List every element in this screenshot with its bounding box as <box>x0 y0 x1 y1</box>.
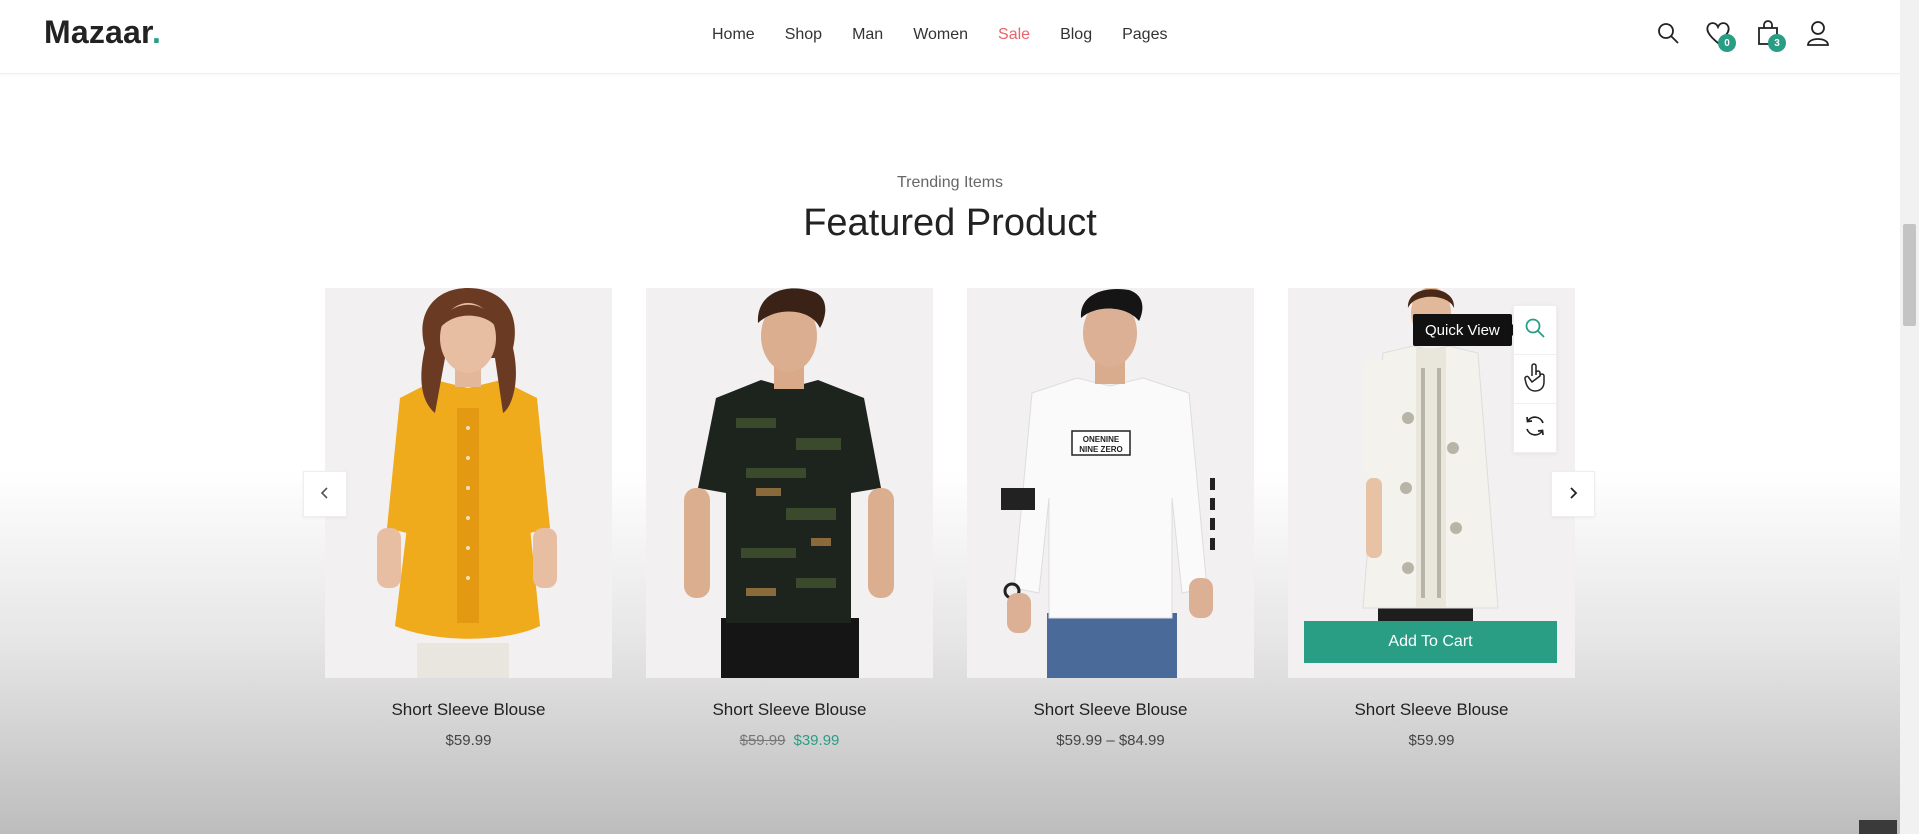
nav-sale[interactable]: Sale <box>998 26 1030 44</box>
corner-widget <box>1859 820 1897 834</box>
logo[interactable]: Mazaar. <box>44 14 161 51</box>
section-subtitle: Trending Items <box>896 174 1004 191</box>
product-price: $59.99 $39.99 <box>646 732 933 749</box>
section-title: Featured Product <box>803 202 1097 244</box>
cart-icon[interactable]: 3 <box>1754 18 1786 52</box>
chevron-right-icon <box>1567 483 1579 506</box>
carousel-next-button[interactable] <box>1551 471 1595 517</box>
nav-shop[interactable]: Shop <box>785 26 822 44</box>
nav-blog[interactable]: Blog <box>1060 26 1092 44</box>
product-card[interactable]: Short Sleeve Blouse $59.99 <box>325 288 612 749</box>
scrollbar-thumb[interactable] <box>1903 224 1916 326</box>
product-name[interactable]: Short Sleeve Blouse <box>325 700 612 720</box>
page-scrollbar[interactable] <box>1900 0 1919 834</box>
product-card[interactable]: ONENINE NINE ZERO Short Sleeve Blouse $5… <box>967 288 1254 749</box>
product-name[interactable]: Short Sleeve Blouse <box>1288 700 1575 720</box>
quick-view-tooltip: Quick View <box>1413 314 1518 346</box>
tshirt-print-line2: NINE ZERO <box>1079 445 1123 454</box>
nav-man[interactable]: Man <box>852 26 883 44</box>
search-icon <box>1524 317 1546 344</box>
product-action-bar <box>1513 305 1557 453</box>
search-icon[interactable] <box>1654 18 1682 48</box>
product-price: $59.99 – $84.99 <box>1056 732 1165 749</box>
product-price: $59.99 <box>1408 732 1455 749</box>
chevron-left-icon <box>319 483 331 506</box>
header-icons: 0 3 <box>1654 18 1832 52</box>
main-nav: Home Shop Man Women Sale Blog Pages <box>712 26 1197 44</box>
add-to-cart-button[interactable]: Add To Cart <box>1304 621 1557 663</box>
product-name[interactable]: Short Sleeve Blouse <box>646 700 933 720</box>
product-card[interactable]: Short Sleeve Blouse $59.99 $39.99 <box>646 288 933 749</box>
compare-button[interactable] <box>1514 404 1556 453</box>
refresh-icon <box>1523 414 1547 443</box>
site-header: Mazaar. Home Shop Man Women Sale Blog Pa… <box>0 0 1900 74</box>
account-icon[interactable] <box>1804 18 1832 48</box>
nav-home[interactable]: Home <box>712 26 755 44</box>
old-price: $59.99 <box>739 732 786 749</box>
product-image[interactable] <box>646 288 933 678</box>
nav-women[interactable]: Women <box>913 26 968 44</box>
wishlist-icon[interactable]: 0 <box>1704 18 1736 52</box>
wishlist-count-badge: 0 <box>1718 34 1736 52</box>
sale-price: $39.99 <box>793 732 840 749</box>
nav-pages[interactable]: Pages <box>1122 26 1167 44</box>
carousel-prev-button[interactable] <box>303 471 347 517</box>
tshirt-print-line1: ONENINE <box>1083 435 1120 444</box>
product-price: $59.99 <box>445 732 492 749</box>
product-image[interactable]: ONENINE NINE ZERO <box>967 288 1254 678</box>
cart-count-badge: 3 <box>1768 34 1786 52</box>
quick-view-button[interactable] <box>1514 306 1556 355</box>
product-image[interactable] <box>325 288 612 678</box>
product-name[interactable]: Short Sleeve Blouse <box>967 700 1254 720</box>
hand-pointer-icon <box>1524 362 1546 397</box>
add-to-wishlist-button[interactable] <box>1514 355 1556 404</box>
